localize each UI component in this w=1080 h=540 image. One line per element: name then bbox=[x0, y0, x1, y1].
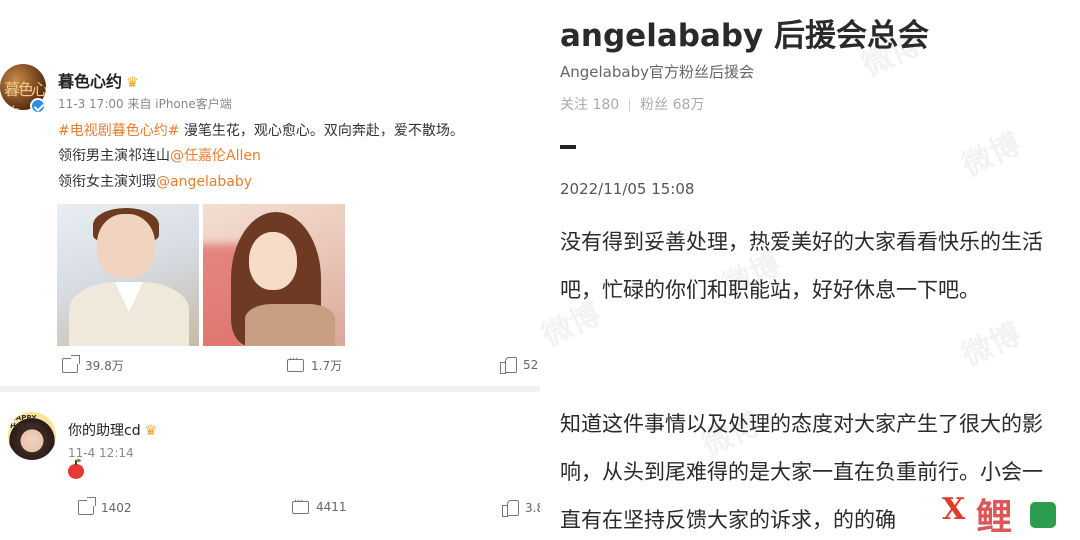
figure-face bbox=[249, 232, 297, 290]
verified-badge-icon bbox=[30, 98, 46, 114]
post-image-actor[interactable] bbox=[57, 204, 199, 346]
post-date: 2022/11/05 15:08 bbox=[560, 180, 695, 198]
account-description: Angelababy官方粉丝后援会 bbox=[560, 63, 754, 81]
post-action-bar: 39.8万 1.7万 52 bbox=[0, 354, 540, 379]
figure-face bbox=[97, 214, 155, 278]
right-screenshot-panel: 微博 微博 微博 微博 微博 微博 angelababy 后援会总会 Angel… bbox=[540, 0, 1080, 540]
share-button[interactable]: 39.8万 bbox=[62, 355, 124, 374]
title-underline bbox=[560, 145, 576, 149]
repost-action-bar: 1402 4411 3.8 bbox=[0, 496, 540, 520]
post-text-rest: 漫笔生花，观心愈心。双向奔赴，爱不散场。 bbox=[179, 123, 464, 139]
statement-paragraph-1: 没有得到妥善处理，热爱美好的大家看看快乐的生活吧，忙碌的你们和职能站，好好休息一… bbox=[560, 230, 1043, 302]
weibo-post: 暮色心约 暮色心约♛ 11-3 17:00 来自 iPhone客户端 #电视剧暮… bbox=[0, 0, 540, 386]
post-text-line-3: 领衔女主演刘瑕@angelababy bbox=[58, 171, 252, 191]
share-button[interactable]: 1402 bbox=[78, 497, 132, 515]
crown-icon: ♛ bbox=[144, 423, 158, 439]
post-author-label: 暮色心约 bbox=[58, 72, 123, 91]
logo-green-square bbox=[1030, 502, 1056, 528]
crown-icon: ♛ bbox=[126, 75, 139, 91]
site-logo: X 鲤 bbox=[942, 488, 1072, 538]
stats-divider bbox=[629, 98, 631, 112]
thumbs-up-icon bbox=[500, 357, 517, 374]
comment-count: 1.7万 bbox=[311, 359, 343, 373]
comment-icon bbox=[287, 354, 304, 372]
post-author-name[interactable]: 暮色心约 ♛ bbox=[58, 68, 139, 92]
lead-actress-label: 领衔女主演刘瑕 bbox=[58, 174, 156, 190]
like-count: 3.8 bbox=[525, 500, 540, 515]
mention-link-actress[interactable]: @angelababy bbox=[156, 174, 252, 190]
lead-actor-label: 领衔男主演祁连山 bbox=[58, 148, 170, 164]
share-count: 39.8万 bbox=[85, 359, 124, 373]
post-text-line-2: 领衔男主演祁连山@任嘉伦Allen bbox=[58, 145, 261, 165]
like-button[interactable]: 52 bbox=[500, 357, 539, 374]
hashtag-link[interactable]: #电视剧暮色心约# bbox=[58, 123, 179, 139]
watermark: 微博 bbox=[956, 316, 1027, 374]
commenter-name[interactable]: 你的助理cd ♛ bbox=[68, 420, 157, 440]
fans-count[interactable]: 粉丝 68万 bbox=[640, 97, 704, 113]
logo-x-mark: X bbox=[942, 492, 966, 527]
watermark: 微博 bbox=[956, 126, 1027, 184]
post-meta: 11-3 17:00 来自 iPhone客户端 bbox=[58, 97, 232, 111]
comment-count: 4411 bbox=[316, 500, 347, 514]
post-text-line-1: #电视剧暮色心约# 漫笔生花，观心愈心。双向奔赴，爱不散场。 bbox=[58, 120, 464, 140]
post-image-actress[interactable] bbox=[203, 204, 345, 346]
comment-meta: 11-4 12:14 bbox=[68, 446, 134, 460]
like-count: 52 bbox=[523, 357, 539, 372]
thumbs-up-icon bbox=[502, 500, 519, 517]
comment-button[interactable]: 4411 bbox=[292, 496, 347, 514]
left-screenshot-panel: 暮色心约 暮色心约♛ 11-3 17:00 来自 iPhone客户端 #电视剧暮… bbox=[0, 0, 540, 540]
figure-coat bbox=[245, 304, 335, 346]
commenter-name-label: 你的助理cd bbox=[68, 423, 141, 439]
comment-icon bbox=[292, 496, 309, 514]
commenter-avatar[interactable]: HAPPY HOLIDA bbox=[8, 412, 56, 460]
figure-collar bbox=[115, 282, 143, 312]
share-icon bbox=[78, 497, 96, 515]
apple-emoji-icon bbox=[68, 459, 84, 479]
account-title: angelababy 后援会总会 bbox=[560, 18, 930, 54]
comment-button[interactable]: 1.7万 bbox=[287, 354, 343, 374]
logo-character: 鲤 bbox=[976, 496, 1013, 538]
like-button[interactable]: 3.8 bbox=[502, 500, 540, 517]
mention-link-actor[interactable]: @任嘉伦Allen bbox=[170, 148, 261, 164]
share-icon bbox=[62, 355, 80, 373]
avatar-banner-text: HAPPY HOLIDA bbox=[10, 414, 41, 430]
account-stats: 关注 180 粉丝 68万 bbox=[560, 94, 704, 114]
share-count: 1402 bbox=[101, 500, 132, 515]
follow-count[interactable]: 关注 180 bbox=[560, 97, 619, 113]
weibo-repost: HAPPY HOLIDA 你的助理cd♛ 11-4 12:14 1402 441… bbox=[0, 392, 540, 540]
